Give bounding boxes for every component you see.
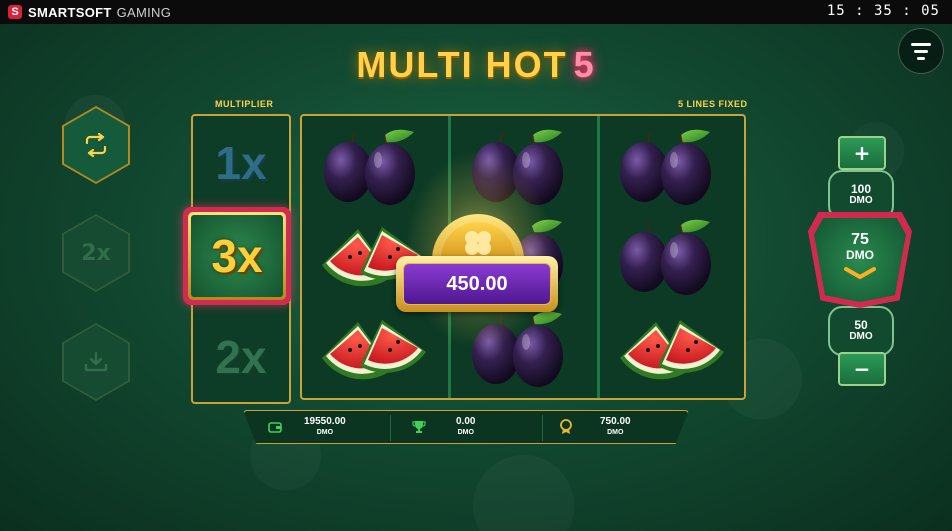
speed-x2-button-face: 2x <box>64 216 128 290</box>
win-amount-box: 450.00 <box>396 256 558 312</box>
win-unit: DMO <box>457 428 474 436</box>
bet-increase-button[interactable]: + <box>838 136 886 170</box>
bet-decrease-button[interactable]: − <box>838 352 886 386</box>
bet-option-unit: DMO <box>849 195 873 206</box>
speed-x2-label: 2x <box>81 240 111 266</box>
wallet-icon <box>268 422 282 433</box>
win-amount: 450.00 <box>403 263 551 305</box>
bet-option-lower[interactable]: 50 DMO <box>828 306 894 356</box>
balance-value: 19550.00 <box>304 415 346 427</box>
info-divider <box>390 415 391 441</box>
multiplier-cell: 1x <box>215 137 267 189</box>
active-multiplier: 3x <box>183 207 291 305</box>
top-bar: S SMARTSOFT GAMING 15 : 35 : 05 <box>0 0 952 24</box>
trophy-icon <box>412 421 426 433</box>
active-multiplier-frame: 3x <box>188 212 286 300</box>
title-text: MULTI HOT <box>356 44 568 85</box>
info-bar: 19550.00 DMO 0.00 DMO 750.00 DMO <box>243 410 689 444</box>
chevron-down-icon <box>844 267 876 279</box>
balance-unit: DMO <box>316 428 334 436</box>
info-divider <box>542 415 543 441</box>
game-title: MULTI HOT 5 <box>0 44 952 86</box>
bet-selected-value: 75 <box>851 231 869 248</box>
win-value: 0.00 <box>456 415 476 427</box>
collect-button-face <box>64 325 128 399</box>
download-tray-icon <box>84 351 108 372</box>
medal-icon <box>560 419 572 434</box>
reel-divider <box>597 116 600 398</box>
bet-selected[interactable]: 75 DMO <box>808 212 912 308</box>
bet-selected-unit: DMO <box>846 248 874 262</box>
clock: 15 : 35 : 05 <box>826 3 940 19</box>
multiplier-label: MULTIPLIER <box>215 99 274 109</box>
autoplay-button-face <box>64 108 128 182</box>
title-number: 5 <box>573 44 596 85</box>
multiplier-cell: 2x <box>215 331 267 383</box>
brand: S SMARTSOFT GAMING <box>8 5 171 20</box>
clover-icon <box>465 231 491 255</box>
repeat-icon <box>85 133 107 157</box>
lines-label: 5 LINES FIXED <box>678 99 748 109</box>
smartsoft-logo-icon: S <box>8 5 22 19</box>
bet-option-unit: DMO <box>849 331 873 342</box>
brand-name: SMARTSOFT <box>28 4 112 20</box>
bet-option-value: 50 <box>854 318 868 332</box>
bet-option-value: 100 <box>850 182 872 196</box>
bonus-display: 750.00 DMO <box>560 411 631 443</box>
bonus-value: 750.00 <box>600 415 631 427</box>
balance-display: 19550.00 DMO <box>268 411 346 443</box>
active-multiplier-value: 3x <box>191 215 283 297</box>
brand-sub: GAMING <box>116 4 172 20</box>
bonus-unit: DMO <box>607 428 624 436</box>
bet-selected-face: 75 DMO <box>814 218 906 302</box>
win-display: 0.00 DMO <box>412 411 475 443</box>
